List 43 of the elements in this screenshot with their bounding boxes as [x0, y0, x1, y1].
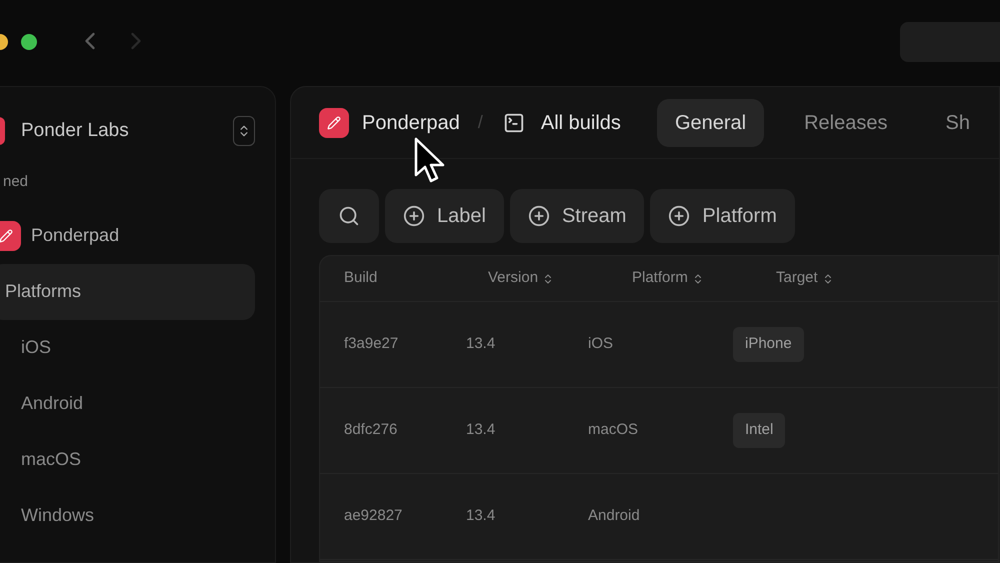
sidebar-item[interactable]: Android	[0, 376, 255, 432]
workspace-name: Ponder Labs	[21, 118, 129, 143]
table-cell-text: 13.4	[466, 506, 496, 526]
sidebar-item[interactable]: macOS	[0, 432, 255, 488]
plus-circle-icon	[403, 205, 425, 227]
search-icon	[338, 205, 360, 227]
column-header[interactable]: Target	[776, 267, 818, 290]
target-tag: iPhone	[733, 327, 804, 362]
sidebar-item[interactable]: iOS	[0, 320, 255, 376]
app-icon	[0, 220, 21, 250]
table-cell-text: 13.4	[466, 420, 496, 440]
column-header[interactable]: Build	[344, 267, 378, 290]
table-cell-text: f3a9e27	[344, 334, 400, 354]
tab[interactable]: General	[656, 98, 764, 146]
breadcrumb-link[interactable]: Ponderpad	[362, 108, 460, 138]
table-cell-text: macOS	[588, 420, 640, 440]
plus-circle-icon	[528, 205, 550, 227]
breadcrumb-current: All builds	[540, 110, 621, 136]
filter-button[interactable]: Label	[385, 189, 504, 243]
maximize-button[interactable]	[21, 34, 37, 50]
sidebar-item[interactable]: Ponderpad	[0, 208, 255, 264]
column-header[interactable]: Version	[488, 267, 538, 290]
sidebar-item[interactable]: Platforms	[0, 264, 255, 320]
sidebar-item[interactable]: Windows	[0, 488, 255, 544]
breadcrumb-separator: /	[478, 111, 483, 134]
table-cell-text: Android	[588, 506, 641, 526]
table-cell-text: iOS	[588, 334, 614, 354]
table-cell-text: 13.4	[466, 334, 496, 354]
column-header[interactable]: Platform	[632, 267, 688, 290]
table-cell-text: 8dfc276	[344, 420, 398, 440]
terminal-icon	[502, 112, 525, 134]
search-button[interactable]	[319, 189, 379, 243]
plus-circle-icon	[668, 205, 690, 227]
tab[interactable]: Sh	[927, 98, 988, 146]
tab[interactable]: Releases	[786, 98, 906, 146]
target-tag: Intel	[733, 413, 786, 448]
table-cell-text: ae92827	[344, 506, 404, 526]
filter-button[interactable]: Stream	[510, 189, 644, 243]
app-icon	[319, 108, 349, 138]
workspace-switcher[interactable]	[233, 116, 255, 146]
mouse-pointer-icon	[414, 137, 446, 185]
section-label: ned	[3, 172, 30, 192]
filter-button[interactable]: Platform	[650, 189, 795, 243]
